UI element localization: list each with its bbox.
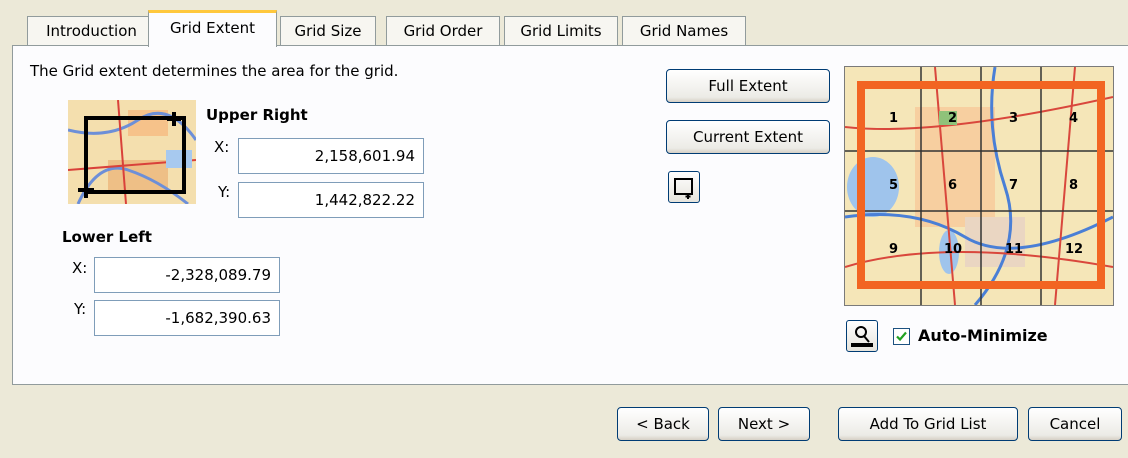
grid-cell-label: 12 [1065, 242, 1084, 257]
grid-cell-label: 11 [1005, 242, 1024, 257]
extent-thumbnail-icon [67, 99, 198, 206]
draw-extent-icon [674, 178, 693, 199]
next-button[interactable]: Next > [718, 407, 810, 441]
tab-grid-size[interactable]: Grid Size [280, 16, 376, 46]
tab-grid-extent[interactable]: Grid Extent [148, 10, 277, 47]
lower-left-x-label: X: [72, 259, 88, 277]
upper-right-y-field[interactable]: 1,442,822.22 [238, 182, 424, 218]
grid-cell-label: 2 [948, 111, 958, 126]
draw-extent-button[interactable] [668, 171, 700, 203]
back-button[interactable]: < Back [617, 407, 709, 441]
grid-cell-label: 3 [1009, 111, 1019, 126]
grid-cell-label: 6 [948, 178, 958, 193]
upper-right-y-label: Y: [218, 183, 231, 201]
upper-right-label: Upper Right [206, 106, 308, 124]
full-extent-button[interactable]: Full Extent [666, 69, 830, 103]
lower-left-y-field[interactable]: -1,682,390.63 [94, 300, 280, 336]
grid-cell-label: 9 [889, 242, 899, 257]
grid-cell-label: 1 [889, 111, 899, 126]
cancel-button[interactable]: Cancel [1028, 407, 1122, 441]
lower-left-label: Lower Left [62, 228, 152, 246]
checkmark-icon [896, 331, 907, 342]
auto-minimize-label: Auto-Minimize [918, 326, 1048, 345]
grid-cell-label: 5 [889, 178, 899, 193]
current-extent-button[interactable]: Current Extent [666, 120, 830, 154]
add-to-grid-list-button[interactable]: Add To Grid List [838, 407, 1018, 441]
lower-left-y-label: Y: [74, 300, 87, 318]
auto-minimize-checkbox[interactable] [893, 328, 910, 345]
tab-strip: Introduction Grid Extent Grid Size Grid … [12, 10, 1128, 47]
tab-introduction[interactable]: Introduction [27, 16, 156, 46]
grid-preview-map: 1 2 3 4 5 6 7 8 9 10 11 12 [844, 66, 1114, 306]
grid-cell-label: 7 [1009, 178, 1019, 193]
grid-cell-label: 8 [1069, 178, 1079, 193]
lower-left-x-field[interactable]: -2,328,089.79 [94, 257, 280, 293]
grid-cell-label: 10 [944, 242, 963, 257]
tab-grid-limits[interactable]: Grid Limits [504, 16, 618, 46]
zoom-preview-button[interactable] [846, 320, 878, 352]
zoom-preview-icon [851, 326, 873, 347]
upper-right-x-label: X: [214, 138, 230, 156]
grid-cell-label: 4 [1069, 111, 1079, 126]
tab-grid-names[interactable]: Grid Names [622, 16, 746, 46]
description-text: The Grid extent determines the area for … [30, 62, 399, 80]
tab-grid-order[interactable]: Grid Order [386, 16, 500, 46]
upper-right-x-field[interactable]: 2,158,601.94 [238, 138, 424, 174]
